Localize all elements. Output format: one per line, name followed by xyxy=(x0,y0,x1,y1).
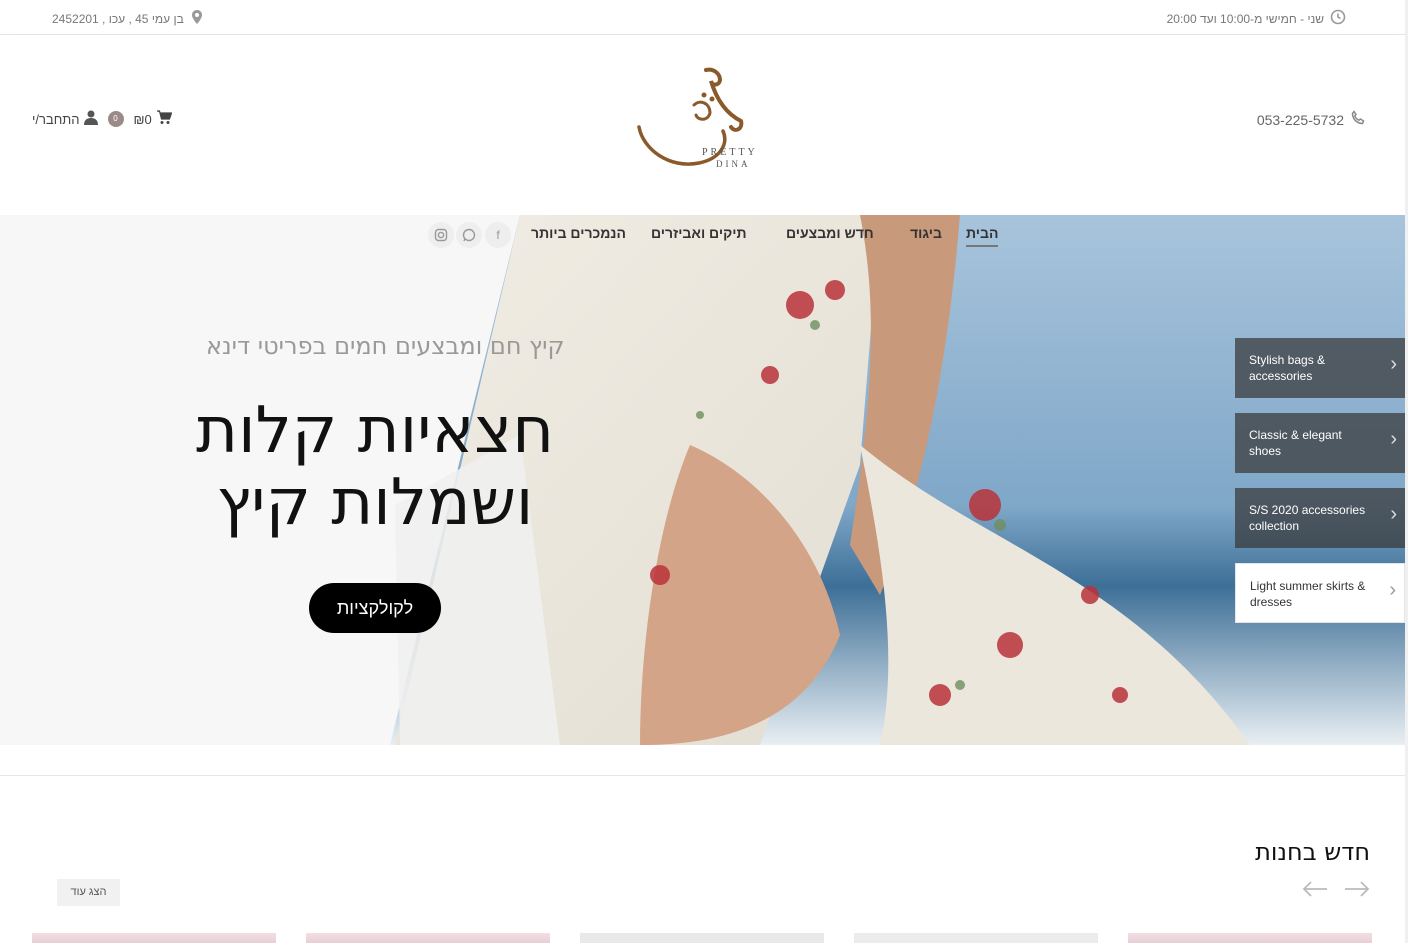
chevron-right-icon: › xyxy=(1390,353,1397,375)
store-address: בן עמי 45 , עכו , 2452201 xyxy=(52,9,204,28)
product-card[interactable] xyxy=(306,933,550,943)
slide-tab-shoes[interactable]: Classic & elegant shoes › xyxy=(1235,413,1405,473)
show-more-button[interactable]: הצג עוד xyxy=(57,879,120,906)
arrow-right-icon[interactable] xyxy=(1344,877,1370,905)
product-carousel xyxy=(0,933,1408,943)
product-card[interactable] xyxy=(580,933,824,943)
chevron-right-icon: › xyxy=(1390,428,1397,450)
login-link[interactable]: התחבר/י xyxy=(32,110,98,128)
nav-item-clothing[interactable]: ביגוד xyxy=(910,225,942,241)
hero-title-line-1: חצאיות קלות xyxy=(196,394,554,468)
facebook-icon[interactable]: f xyxy=(485,222,511,248)
hero-subtitle: קיץ חם ומבצעים חמים בפריטי דינא xyxy=(206,332,565,360)
phone-icon xyxy=(1350,110,1366,129)
hero-title-line-2: ושמלות קיץ xyxy=(216,466,534,540)
phone-link[interactable]: 053-225-5732 xyxy=(1257,110,1366,129)
opening-hours: שני - חמישי מ-10:00 ועד 20:00 xyxy=(1167,9,1346,28)
slider-navigation: Stylish bags & accessories › Classic & e… xyxy=(1235,338,1405,638)
cart-button[interactable]: ₪0 xyxy=(133,110,173,128)
logo-text-pretty: PRETTY xyxy=(702,147,758,158)
location-pin-icon xyxy=(190,9,204,28)
arrow-left-icon[interactable] xyxy=(1302,877,1328,905)
slide-tab-label: Light summer skirts & dresses xyxy=(1250,579,1366,609)
new-in-store-title: חדש בחנות xyxy=(1255,838,1370,866)
slide-tab-bags[interactable]: Stylish bags & accessories › xyxy=(1235,338,1405,398)
main-navigation: הבית ביגוד חדש ומבצעים תיקים ואביזרים הנ… xyxy=(0,222,1408,255)
nav-item-best-sellers[interactable]: הנמכרים ביותר xyxy=(531,225,626,241)
product-card[interactable] xyxy=(32,933,276,943)
cart-count-badge: 0 xyxy=(107,111,124,127)
nav-item-new-and-sales[interactable]: חדש ומבצעים xyxy=(786,225,874,241)
chevron-right-icon: › xyxy=(1389,579,1396,601)
product-card[interactable] xyxy=(1128,933,1372,943)
slide-tab-label: Stylish bags & accessories xyxy=(1249,353,1326,383)
whatsapp-icon[interactable] xyxy=(456,222,482,248)
chevron-right-icon: › xyxy=(1390,503,1397,525)
clock-icon xyxy=(1330,9,1346,28)
carousel-arrows xyxy=(1302,877,1370,905)
collections-button[interactable]: לקולקציות xyxy=(309,583,441,633)
logo-text-dina: DINA xyxy=(716,159,751,169)
instagram-icon[interactable] xyxy=(428,222,454,248)
nav-item-home[interactable]: הבית xyxy=(966,225,999,247)
store-address-text: בן עמי 45 , עכו , 2452201 xyxy=(52,11,184,26)
pretty-dina-logo[interactable]: PRETTY DINA xyxy=(634,65,768,175)
hero-banner: הבית ביגוד חדש ומבצעים תיקים ואביזרים הנ… xyxy=(0,215,1408,745)
section-divider xyxy=(0,775,1408,776)
opening-hours-text: שני - חמישי מ-10:00 ועד 20:00 xyxy=(1166,11,1324,26)
slide-tab-skirts-dresses[interactable]: Light summer skirts & dresses › xyxy=(1235,563,1405,623)
cart-total: ₪0 xyxy=(133,111,152,127)
nav-item-bags-accessories[interactable]: תיקים ואביזרים xyxy=(651,225,747,241)
phone-number: 053-225-5732 xyxy=(1256,111,1344,128)
slide-tab-label: Classic & elegant shoes xyxy=(1249,428,1342,458)
top-bar: שני - חמישי מ-10:00 ועד 20:00 בן עמי 45 … xyxy=(0,0,1408,35)
site-header: 053-225-5732 PRETTY DINA ₪0 0 התחבר/י xyxy=(0,35,1408,215)
login-label: התחבר/י xyxy=(32,111,80,127)
slide-tab-accessories[interactable]: S/S 2020 accessories collection › xyxy=(1235,488,1405,548)
slide-tab-label: S/S 2020 accessories collection xyxy=(1249,503,1366,533)
product-card[interactable] xyxy=(854,933,1098,943)
hero-title: חצאיות קלות ושמלות קיץ xyxy=(140,395,610,539)
user-icon xyxy=(83,110,98,128)
user-area: ₪0 0 התחבר/י xyxy=(32,110,173,128)
cart-icon xyxy=(156,110,173,128)
